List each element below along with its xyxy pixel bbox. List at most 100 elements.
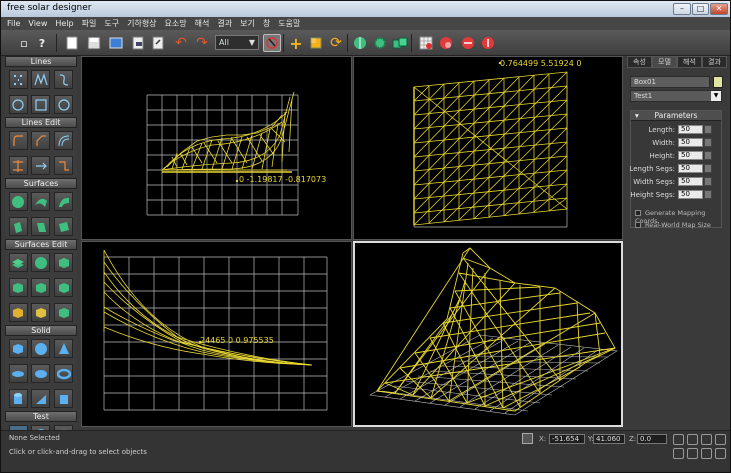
zoom-all-icon[interactable] — [687, 434, 698, 445]
solid-torus-icon[interactable] — [54, 364, 74, 383]
layers-edit-icon[interactable] — [8, 253, 28, 272]
solid-ellipsoid-icon[interactable] — [31, 364, 51, 383]
snap-toggle-icon[interactable] — [522, 433, 533, 444]
zoom-icon[interactable] — [673, 434, 684, 445]
move-icon[interactable]: + — [287, 34, 305, 53]
viewport-side[interactable]: 24465 0 0.975535 — [81, 241, 352, 427]
object-type-select[interactable]: Test1 ▼ — [630, 90, 722, 102]
spinner-icon[interactable] — [704, 164, 712, 173]
points-icon[interactable] — [8, 70, 28, 89]
blend-edit-icon[interactable] — [31, 253, 51, 272]
tab-analysis[interactable]: 해석 — [677, 56, 702, 68]
palette-header-lines-edit[interactable]: Lines Edit — [5, 117, 77, 128]
viewport-front[interactable]: 0 -1.19817 -0.817073 — [81, 56, 352, 240]
menu-results[interactable]: 결과 — [217, 18, 232, 29]
render-red-3-icon[interactable] — [479, 34, 497, 52]
box-edit-2-icon[interactable] — [31, 278, 51, 297]
split-icon[interactable] — [54, 156, 74, 175]
param-height-input[interactable]: 50 — [678, 151, 703, 160]
solid-cylinder-icon[interactable] — [8, 389, 28, 408]
new-small-icon[interactable]: ▫ — [15, 34, 33, 52]
y-coordinate-field[interactable]: 41.060 — [593, 434, 625, 444]
palette-header-surfaces-edit[interactable]: Surfaces Edit — [5, 239, 77, 250]
box-color-2-icon[interactable] — [31, 303, 51, 322]
rectangle-icon[interactable] — [31, 95, 51, 114]
param-length-input[interactable]: 50 — [678, 125, 703, 134]
field-of-view-icon[interactable] — [701, 448, 712, 459]
spinner-icon[interactable] — [704, 151, 712, 160]
revolve-surface-icon[interactable] — [31, 217, 51, 236]
spinner-icon[interactable] — [704, 138, 712, 147]
tab-properties[interactable]: 속성 — [627, 56, 652, 68]
param-width-input[interactable]: 50 — [678, 138, 703, 147]
offset-icon[interactable] — [54, 131, 74, 150]
menu-view-kr[interactable]: 보기 — [240, 18, 255, 29]
parameters-header[interactable]: ▾ Parameters — [631, 111, 721, 121]
tab-results[interactable]: 결과 — [702, 56, 727, 68]
solid-cone-icon[interactable] — [54, 339, 74, 358]
pan-icon[interactable] — [673, 448, 684, 459]
grid-toggle-icon[interactable] — [417, 34, 435, 52]
fillet-icon[interactable] — [8, 131, 28, 150]
palette-header-surfaces[interactable]: Surfaces — [5, 178, 77, 189]
cube-group-icon[interactable] — [391, 34, 409, 52]
param-length-segs-input[interactable]: 50 — [678, 164, 703, 173]
menu-analysis[interactable]: 해석 — [195, 18, 210, 29]
minimize-button[interactable]: – — [673, 3, 691, 15]
menu-file[interactable]: File — [7, 19, 20, 28]
menu-mesh[interactable]: 요소망 — [165, 18, 187, 29]
menu-file-kr[interactable]: 파일 — [82, 18, 97, 29]
zoom-extents-icon[interactable] — [701, 434, 712, 445]
menu-help[interactable]: Help — [55, 19, 73, 28]
box-color-icon[interactable] — [8, 303, 28, 322]
scale-icon[interactable] — [307, 34, 325, 52]
select-cursor-icon[interactable] — [263, 34, 281, 52]
gear-mesh-icon[interactable] — [371, 34, 389, 52]
x-coordinate-field[interactable]: -51.654 — [549, 434, 585, 444]
viewport-top[interactable]: 0.764499 5.51924 0 — [353, 56, 623, 240]
solid-sphere-icon[interactable] — [31, 339, 51, 358]
menu-geometry[interactable]: 기하형상 — [127, 18, 156, 29]
palette-header-solid[interactable]: Solid — [5, 325, 77, 336]
generate-mapping-checkbox[interactable]: Generate Mapping Coords. — [635, 209, 721, 225]
maximize-viewport-icon[interactable] — [715, 448, 726, 459]
box-edit-icon[interactable] — [8, 278, 28, 297]
viewport-perspective[interactable] — [353, 241, 623, 427]
chamfer-icon[interactable] — [31, 131, 51, 150]
solid-disk-icon[interactable] — [8, 364, 28, 383]
solid-tube-icon[interactable] — [54, 389, 74, 408]
loft-surface-icon[interactable] — [31, 192, 51, 211]
orbit-icon[interactable] — [687, 448, 698, 459]
param-width-segs-input[interactable]: 50 — [678, 177, 703, 186]
help-icon[interactable]: ? — [33, 34, 51, 52]
selection-filter-dropdown[interactable]: All ▼ — [215, 35, 259, 50]
cube-edit-icon[interactable] — [54, 253, 74, 272]
undo-icon[interactable]: ↶ — [172, 34, 190, 52]
circle-icon[interactable] — [8, 95, 28, 114]
sphere-surface-icon[interactable] — [8, 192, 28, 211]
render-red-icon[interactable] — [437, 34, 455, 52]
save-icon[interactable] — [85, 34, 103, 52]
real-world-map-checkbox[interactable]: Real-World Map Size — [635, 221, 711, 230]
open-image-icon[interactable] — [107, 34, 125, 52]
box-color-3-icon[interactable] — [54, 303, 74, 322]
solid-wedge-icon[interactable] — [31, 389, 51, 408]
document-export-icon[interactable] — [149, 34, 167, 52]
menu-window[interactable]: 창 — [263, 18, 270, 29]
curve-icon[interactable] — [54, 70, 74, 89]
extrude-surface-icon[interactable] — [8, 217, 28, 236]
tab-model[interactable]: 모델 — [652, 56, 677, 68]
maximize-button[interactable]: □ — [692, 3, 709, 15]
param-height-segs-input[interactable]: 50 — [678, 190, 703, 199]
patch-surface-icon[interactable] — [54, 217, 74, 236]
menu-help-kr[interactable]: 도움말 — [278, 18, 300, 29]
spinner-icon[interactable] — [704, 190, 712, 199]
sphere-render-icon[interactable] — [351, 34, 369, 52]
spinner-icon[interactable] — [704, 125, 712, 134]
object-color-swatch[interactable] — [713, 76, 723, 88]
trim-icon[interactable] — [8, 156, 28, 175]
object-name-field[interactable]: Box01 — [630, 76, 710, 88]
close-button[interactable]: ✕ — [710, 3, 728, 15]
menu-view[interactable]: View — [28, 19, 47, 28]
document-import-icon[interactable] — [129, 34, 147, 52]
